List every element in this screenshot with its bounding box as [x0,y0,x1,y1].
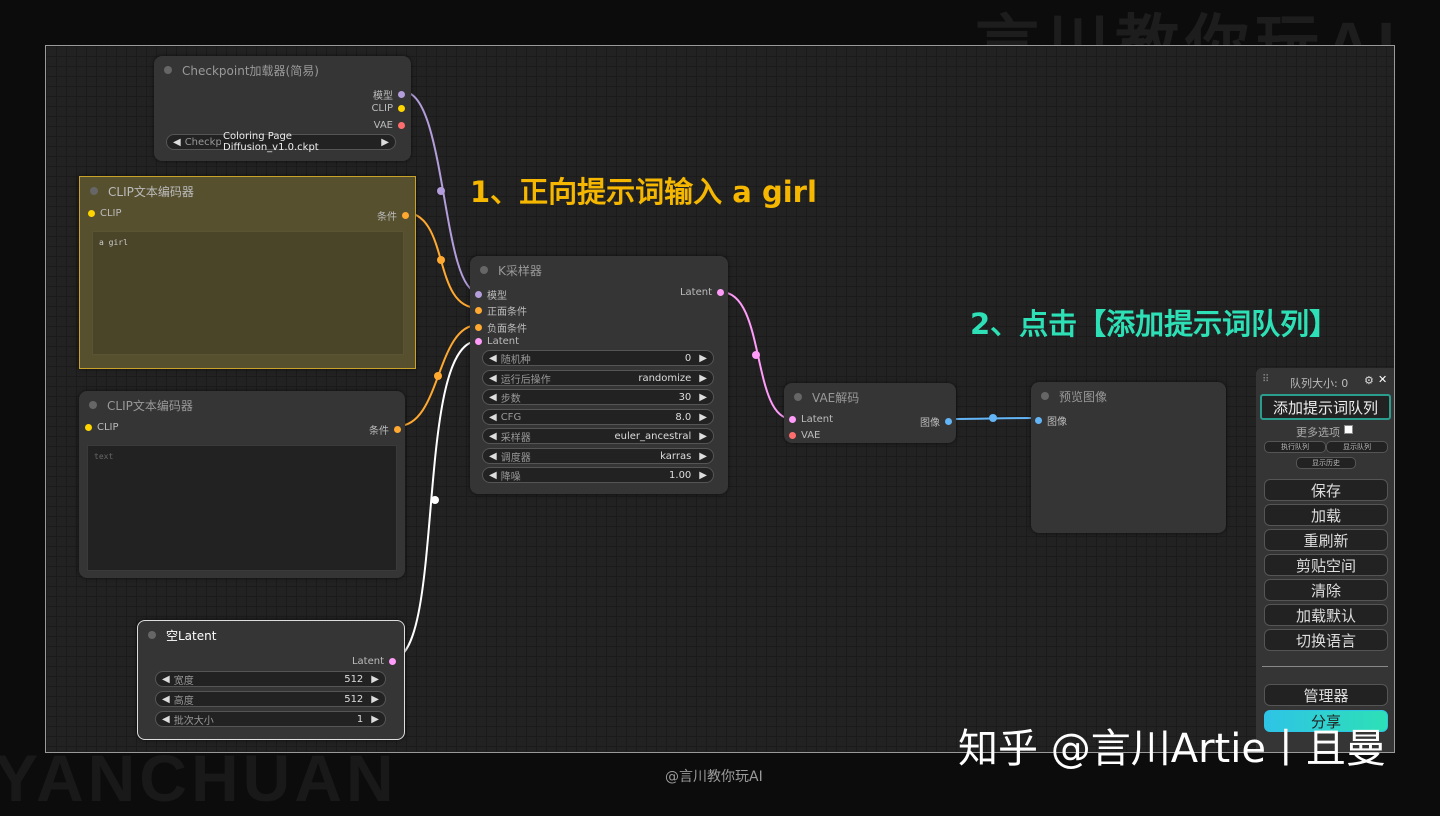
switch-language-button[interactable]: 切换语言 [1264,629,1388,651]
link-positive-dot [437,256,445,264]
show-queue-button[interactable]: 显示队列 [1326,441,1388,453]
control-after-generate-widget[interactable]: ◀ 运行后操作 randomize ▶ [482,370,714,386]
load-button[interactable]: 加载 [1264,504,1388,526]
prompt-textarea[interactable]: a girl [92,231,404,355]
input-latent[interactable]: Latent [789,414,833,425]
clipspace-button[interactable]: 剪贴空间 [1264,554,1388,576]
checkpoint-loader-node[interactable]: Checkpoint加载器(简易) 模型 CLIP VAE ◀Checkpoin… [154,56,411,161]
output-latent[interactable]: Latent [352,656,396,667]
input-clip[interactable]: CLIP [88,208,122,219]
panel-divider [1262,666,1388,667]
link-latent-out-dot [752,351,760,359]
manager-button[interactable]: 管理器 [1264,684,1388,706]
empty-latent-node[interactable]: 空Latent Latent ◀ 宽度 512 ▶ ◀ 高度 512 ▶ ◀ 批次大小 1 ▶ [137,620,405,740]
batch-size-widget[interactable]: ◀ 批次大小 1 ▶ [155,711,386,727]
close-icon[interactable]: ✕ [1378,373,1387,386]
output-vae[interactable]: VAE [374,120,405,131]
input-clip[interactable]: CLIP [85,422,119,433]
link-negative-dot [434,372,442,380]
link-model-dot [437,187,445,195]
clip-text-encode-negative-node[interactable]: CLIP文本编码器 CLIP 条件 text [79,391,405,578]
settings-gear-icon[interactable]: ⚙ [1364,374,1374,387]
output-conditioning[interactable]: 条件 [377,208,409,223]
queue-panel[interactable]: ⠿ 队列大小: 0 ⚙ ✕ 添加提示词队列 更多选项 执行队列 显示队列 显示历… [1256,368,1394,752]
input-model[interactable]: 模型 [475,287,507,302]
input-positive[interactable]: 正面条件 [475,303,527,318]
more-options-label: 更多选项 [1296,426,1340,439]
input-latent[interactable]: Latent [475,336,519,347]
annotation-step2: 2、点击【添加提示词队列】 [970,307,1339,341]
output-clip[interactable]: CLIP [371,103,405,114]
height-widget[interactable]: ◀ 高度 512 ▶ [155,691,386,707]
run-queue-button[interactable]: 执行队列 [1264,441,1326,453]
seed-widget[interactable]: ◀ 随机种 0 ▶ [482,350,714,366]
clip-text-encode-positive-node[interactable]: CLIP文本编码器 CLIP 条件 a girl [79,176,416,369]
cfg-widget[interactable]: ◀ CFG 8.0 ▶ [482,409,714,425]
queue-size-label: 队列大小: 0 [1290,377,1349,390]
drag-handle-icon[interactable]: ⠿ [1262,374,1269,385]
refresh-button[interactable]: 重刷新 [1264,529,1388,551]
annotation-step1: 1、正向提示词输入 a girl [470,175,817,209]
load-default-button[interactable]: 加载默认 [1264,604,1388,626]
collapse-dot[interactable] [164,66,172,74]
zhihu-credit: 知乎 @言川Artie丨且曼 [958,726,1386,772]
scheduler-widget[interactable]: ◀ 调度器 karras ▶ [482,448,714,464]
output-image[interactable]: 图像 [920,414,952,429]
output-model[interactable]: 模型 [373,87,405,102]
width-widget[interactable]: ◀ 宽度 512 ▶ [155,671,386,687]
ckpt-name-combo[interactable]: ◀Checkpoint... Coloring Page Diffusion_v… [166,131,396,153]
prompt-textarea[interactable]: text [87,445,397,571]
input-image[interactable]: 图像 [1035,413,1067,428]
add-to-queue-button[interactable]: 添加提示词队列 [1260,394,1391,420]
show-history-button[interactable]: 显示历史 [1296,457,1356,469]
preview-image-node[interactable]: 预览图像 图像 [1031,382,1226,533]
ksampler-node[interactable]: K采样器 模型 正面条件 负面条件 Latent Latent ◀ 随机种 0 ▶ ◀… [470,256,728,494]
save-button[interactable]: 保存 [1264,479,1388,501]
denoise-widget[interactable]: ◀ 降噪 1.00 ▶ [482,467,714,483]
steps-widget[interactable]: ◀ 步数 30 ▶ [482,389,714,405]
link-image-dot [989,414,997,422]
input-negative[interactable]: 负面条件 [475,320,527,335]
node-title: Checkpoint加载器(简易) [182,63,319,78]
sampler-widget[interactable]: ◀ 采样器 euler_ancestral ▶ [482,428,714,444]
link-latent-in-dot [431,496,439,504]
input-vae[interactable]: VAE [789,430,820,441]
output-conditioning[interactable]: 条件 [369,422,401,437]
node-canvas[interactable]: Checkpoint加载器(简易) 模型 CLIP VAE ◀Checkpoin… [45,45,1395,753]
clear-button[interactable]: 清除 [1264,579,1388,601]
more-options-checkbox[interactable] [1344,425,1353,434]
watermark-bottom: YANCHUAN [0,741,398,815]
output-latent[interactable]: Latent [680,287,724,298]
footer-credit: @言川教你玩AI [665,769,763,785]
vae-decode-node[interactable]: VAE解码 Latent VAE 图像 [784,383,956,443]
